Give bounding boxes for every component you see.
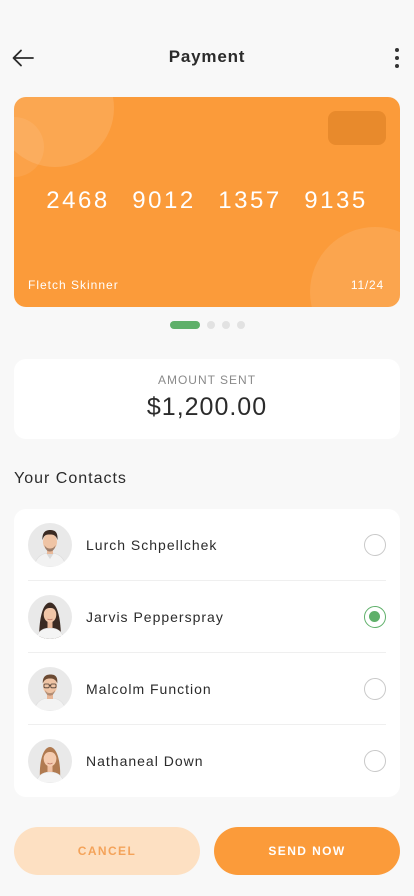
contacts-title: Your Contacts	[14, 470, 127, 487]
card-number: 2468 9012 1357 9135	[14, 187, 400, 215]
list-item[interactable]: Lurch Schpellchek	[28, 509, 386, 581]
contact-name: Lurch Schpellchek	[86, 536, 218, 553]
card-number-group: 2468	[46, 187, 110, 214]
pager-dot-active[interactable]	[169, 321, 200, 329]
more-options-button[interactable]	[388, 44, 406, 72]
avatar	[28, 739, 72, 783]
pager-dot[interactable]	[221, 321, 230, 329]
pager-dot[interactable]	[206, 321, 215, 329]
send-now-button[interactable]: SEND NOW	[214, 827, 400, 875]
payment-screen: Payment 2468 9012 1357 9135 Fletch Skinn…	[0, 0, 414, 896]
contact-radio[interactable]	[364, 678, 386, 700]
list-item[interactable]: Jarvis Pepperspray	[28, 581, 386, 653]
header: Payment	[0, 36, 414, 80]
payment-card[interactable]: 2468 9012 1357 9135 Fletch Skinner 11/24	[14, 97, 400, 307]
card-number-group: 1357	[218, 187, 282, 214]
card-holder-name: Fletch Skinner	[28, 278, 119, 292]
amount-sent-box: AMOUNT SENT $1,200.00	[14, 359, 400, 439]
list-item[interactable]: Malcolm Function	[28, 653, 386, 725]
list-item[interactable]: Nathaneal Down	[28, 725, 386, 797]
page-title: Payment	[168, 47, 246, 66]
avatar	[28, 666, 72, 711]
contact-radio[interactable]	[364, 750, 386, 772]
contact-name: Jarvis Pepperspray	[86, 608, 224, 625]
contacts-list: Lurch Schpellchek Jarvis Pepperspray Mal…	[14, 509, 400, 797]
card-chip	[328, 111, 386, 145]
more-vertical-icon	[395, 48, 399, 52]
contact-radio-selected[interactable]	[364, 606, 386, 628]
card-decoration	[310, 227, 400, 307]
avatar	[28, 594, 72, 639]
contact-name: Malcolm Function	[86, 680, 212, 697]
contact-name: Nathaneal Down	[86, 753, 204, 769]
card-expiry: 11/24	[350, 278, 384, 292]
card-number-group: 9012	[132, 187, 196, 214]
card-pager	[0, 321, 414, 329]
avatar	[28, 522, 72, 567]
contact-radio[interactable]	[364, 534, 386, 556]
cancel-button[interactable]: CANCEL	[14, 827, 200, 875]
card-number-group: 9135	[304, 187, 368, 214]
amount-label: AMOUNT SENT	[157, 373, 257, 387]
pager-dot[interactable]	[236, 321, 245, 329]
amount-value: $1,200.00	[146, 393, 268, 421]
